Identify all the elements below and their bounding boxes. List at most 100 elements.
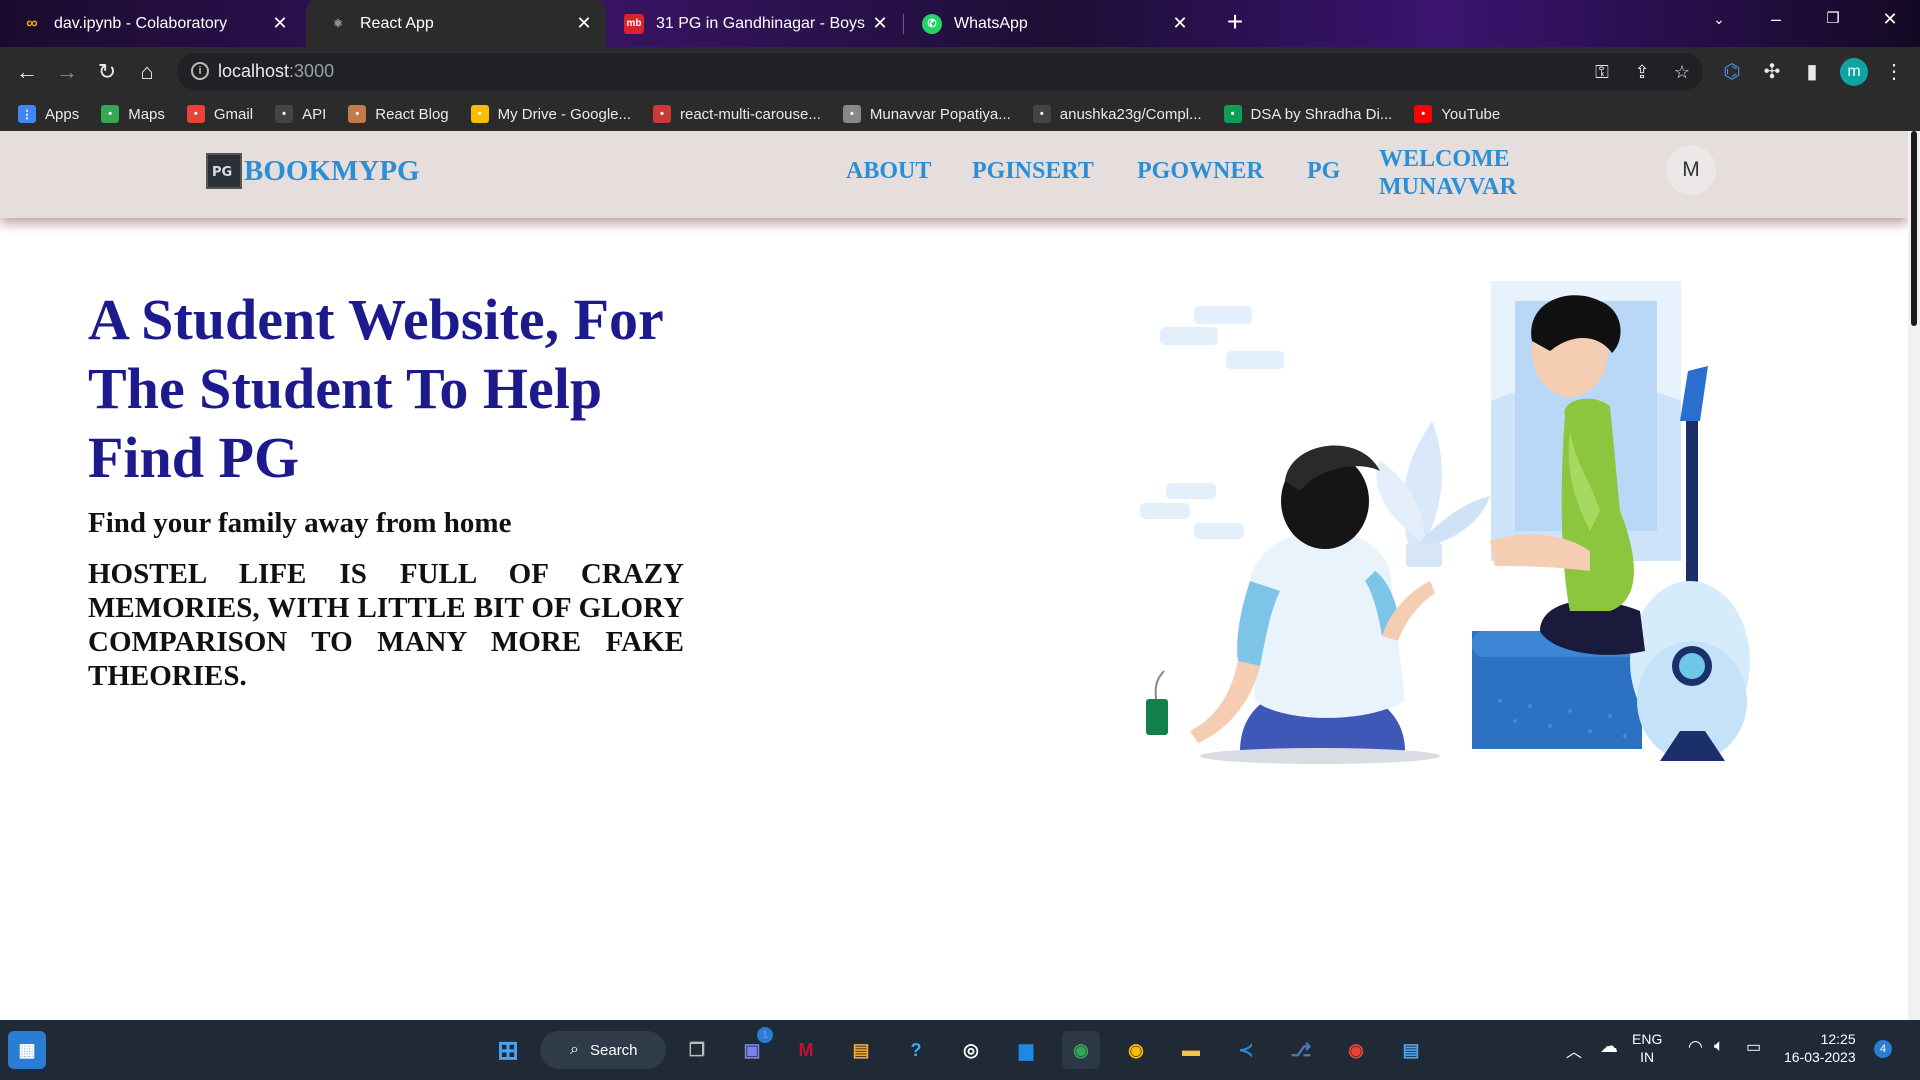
bookmark-item[interactable]: • My Drive - Google... [470,105,631,123]
windows-start-icon[interactable]: ⊞ [489,1031,527,1069]
github-icon: • [275,105,294,123]
bookmark-item[interactable]: • Munavvar Popatiya... [842,105,1011,123]
tab-title: WhatsApp [954,14,1028,32]
close-tab-icon[interactable]: ✕ [270,13,290,34]
github-desktop-icon[interactable]: ◎ [952,1031,990,1069]
notification-badge[interactable]: 4 [1874,1040,1892,1058]
minimize-button[interactable]: – [1748,0,1804,40]
bookmark-label: YouTube [1441,105,1501,123]
mcafee-icon[interactable]: M [787,1031,825,1069]
tab-whatsapp[interactable]: ✆ WhatsApp ✕ [900,0,1202,47]
url-text[interactable]: localhost:3000 [218,61,334,82]
battery-icon[interactable]: ▭ [1746,1037,1761,1057]
onedrive-icon[interactable]: ☁ [1600,1036,1618,1057]
language-indicator[interactable]: ENG IN [1632,1030,1662,1066]
help-icon[interactable]: ? [897,1031,935,1069]
avatar-icon: • [348,105,367,123]
bookmark-item[interactable]: • React Blog [348,105,449,123]
restore-button[interactable]: ❐ [1805,0,1861,40]
site-navbar: PG BOOKMYPG ABOUT PGINSERT PGOWNER PG WE… [0,131,1908,218]
apps-grid-icon: ⋮ [18,105,36,123]
reload-icon[interactable]: ↻ [91,56,123,88]
bookmark-label: Gmail [213,105,254,123]
hero-title: A Student Website, For The Student To He… [88,287,663,490]
new-tab-button[interactable]: + [1219,7,1251,39]
bookmark-item[interactable]: • API [275,105,326,123]
file-explorer-icon[interactable]: ▬ [1172,1031,1210,1069]
taskbar-search[interactable]: ⌕ Search [540,1031,666,1069]
gmail-icon: • [186,105,205,123]
task-view-icon[interactable]: ❐ [678,1031,716,1069]
user-avatar[interactable]: M [1666,145,1716,195]
address-bar[interactable]: i localhost:3000 ⚿ ⇪ ☆ [177,53,1703,90]
page-scrollbar[interactable] [1908,131,1920,1020]
bookmark-item[interactable]: • Gmail [186,105,254,123]
home-icon[interactable]: ⌂ [131,56,163,88]
scrollbar-thumb[interactable] [1911,131,1917,326]
vscode-icon[interactable]: ≺ [1227,1031,1265,1069]
bookmark-label: My Drive - Google... [497,105,631,123]
nav-pg-link[interactable]: PG [1307,158,1340,185]
close-tab-icon[interactable]: ✕ [870,13,890,34]
nav-pginsert-link[interactable]: PGINSERT [972,158,1094,185]
profile-avatar[interactable]: m [1840,58,1868,86]
close-window-button[interactable]: ✕ [1862,0,1918,40]
bookmark-star-icon[interactable]: ☆ [1669,59,1695,85]
bookmarks-bar: ⋮ Apps • Maps • Gmail • API • React Blog • My Drive… [0,97,1920,131]
notepad-icon[interactable]: ▤ [1392,1031,1430,1069]
bookmark-item[interactable]: • DSA by Shradha Di... [1223,105,1392,123]
clock[interactable]: 12:25 16-03-2023 [1784,1030,1856,1066]
site-info-icon[interactable]: i [191,62,209,80]
bookmark-label: API [302,105,327,123]
back-icon[interactable]: ← [11,56,43,88]
translate-extension-icon[interactable]: ⌬ [1716,56,1748,88]
extensions-puzzle-icon[interactable]: ✣ [1756,56,1788,88]
youtube-icon: • [1414,105,1433,123]
tab-magicbricks[interactable]: mb 31 PG in Gandhinagar - Boys & Girls ✕ [602,0,902,47]
brand-link[interactable]: PG BOOKMYPG [206,153,420,189]
students-illustration [1140,281,1750,764]
close-tab-icon[interactable]: ✕ [574,13,594,34]
chrome-active-icon[interactable]: ◉ [1062,1031,1100,1069]
welcome-line2: MUNAVVAR [1379,174,1517,200]
magicbricks-icon: mb [624,13,644,34]
close-tab-icon[interactable]: ✕ [1170,13,1190,34]
wifi-icon[interactable]: ◠ [1688,1037,1703,1057]
app-icon[interactable]: ▆ [1007,1031,1045,1069]
tab-strip: ∞ dav.ipynb - Colaboratory ✕ ⚛ React App… [0,0,1920,47]
share-icon[interactable]: ⇪ [1629,59,1655,85]
forward-icon[interactable]: → [51,56,83,88]
tab-title: React App [360,14,434,32]
svg-text:PG: PG [212,165,232,180]
volume-icon[interactable]: 🔈︎ [1714,1036,1724,1056]
side-panel-icon[interactable]: ▮ [1796,56,1828,88]
bookmark-item[interactable]: • react-multi-carouse... [653,105,821,123]
bookmark-item[interactable]: • Maps [101,105,165,123]
avatar-icon: • [842,105,861,123]
nav-pgowner-link[interactable]: PGOWNER [1137,158,1264,185]
nav-about-link[interactable]: ABOUT [846,158,931,185]
bookmark-item[interactable]: • anushka23g/Compl... [1032,105,1202,123]
browser-toolbar: ← → ↻ ⌂ i localhost:3000 ⚿ ⇪ ☆ ⌬ ✣ ▮ m ⋮ [0,47,1920,97]
widgets-icon[interactable]: ▦ [8,1031,46,1069]
chrome-icon[interactable]: ◉ [1117,1031,1155,1069]
sql-server-icon[interactable]: ⎇ [1282,1031,1320,1069]
tab-react-app[interactable]: ⚛ React App ✕ [306,0,606,47]
bookmark-label: Maps [128,105,165,123]
menu-kebab-icon[interactable]: ⋮ [1878,56,1910,88]
tab-title: dav.ipynb - Colaboratory [54,14,228,32]
drive-icon: • [470,105,489,123]
tab-colab[interactable]: ∞ dav.ipynb - Colaboratory ✕ [0,0,302,47]
bookmark-label: react-multi-carouse... [680,105,821,123]
bookmark-item[interactable]: • YouTube [1414,105,1500,123]
show-hidden-icons[interactable]: ︿ [1566,1038,1582,1062]
lang-line1: ENG [1632,1031,1663,1047]
microsoft-store-icon[interactable]: ▤ [842,1031,880,1069]
maps-icon: • [101,105,120,123]
teams-chat-icon[interactable]: ▣ 1 [733,1027,773,1069]
bookmark-item[interactable]: ⋮ Apps [18,105,79,123]
password-key-icon[interactable]: ⚿ [1589,59,1615,85]
whatsapp-icon: ✆ [922,13,942,34]
chrome-profile-icon[interactable]: ◉ [1337,1031,1375,1069]
tab-search-icon[interactable]: ⌄ [1691,0,1747,40]
